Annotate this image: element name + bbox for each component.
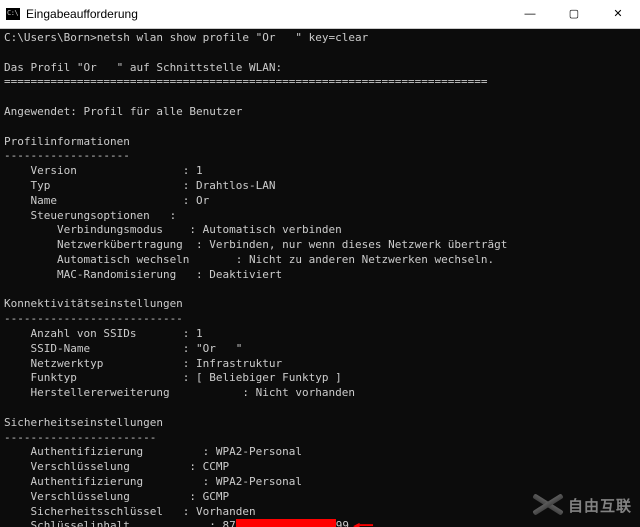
row-auth2: Authentifizierung : WPA2-Personal [4,475,302,488]
watermark-x-icon [532,491,564,519]
rule: ----------------------- [4,431,156,444]
section-profilinfo-title: Profilinformationen [4,135,130,148]
terminal-output[interactable]: C:\Users\Born>netsh wlan show profile "O… [0,29,640,527]
prompt-path: C:\Users\Born> [4,31,97,44]
row-ssid-name: SSID-Name : "Or " [4,342,242,355]
command-prompt-window: Eingabeaufforderung — ▢ ✕ C:\Users\Born>… [0,0,640,527]
row-options: Steuerungsoptionen : [4,209,176,222]
row-version: Version : 1 [4,164,203,177]
cmd-icon [6,8,20,20]
row-vendorext: Herstellererweiterung : Nicht vorhanden [4,386,355,399]
section-connectivity-title: Konnektivitätseinstellungen [4,297,183,310]
row-enc2: Verschlüsselung : GCMP [4,490,229,503]
row-nettype: Netzwerktyp : Infrastruktur [4,357,282,370]
command-text: netsh wlan show profile "Or " key=clear [97,31,369,44]
row-nettrans: Netzwerkübertragung : Verbinden, nur wen… [4,238,507,251]
row-macrand: MAC-Randomisierung : Deaktiviert [4,268,282,281]
row-keycontent-right: 99 [336,519,349,527]
row-radiotype: Funktyp : [ Beliebiger Funktyp ] [4,371,342,384]
redaction-box [236,519,336,527]
section-security-title: Sicherheitseinstellungen [4,416,163,429]
row-seckey: Sicherheitsschlüssel : Vorhanden [4,505,256,518]
row-enc1: Verschlüsselung : CCMP [4,460,229,473]
row-keycontent-left: Schlüsselinhalt : 87 [4,519,236,527]
window-titlebar[interactable]: Eingabeaufforderung — ▢ ✕ [0,0,640,29]
arrow-icon: ◀━━ [353,519,373,527]
row-connmode: Verbindungsmodus : Automatisch verbinden [4,223,342,236]
rule: --------------------------- [4,312,183,325]
applied-line: Angewendet: Profil für alle Benutzer [4,105,242,118]
row-auth1: Authentifizierung : WPA2-Personal [4,445,302,458]
rule: ------------------- [4,149,130,162]
row-autoswitch: Automatisch wechseln : Nicht zu anderen … [4,253,494,266]
row-type: Typ : Drahtlos-LAN [4,179,276,192]
close-button[interactable]: ✕ [596,0,640,28]
window-title: Eingabeaufforderung [26,7,508,21]
watermark-text: 自由互联 [568,495,632,516]
profile-header: Das Profil "Or " auf Schnittstelle WLAN: [4,61,282,74]
watermark: 自由互联 [532,491,632,519]
row-name: Name : Or [4,194,209,207]
maximize-button[interactable]: ▢ [552,0,596,28]
separator: ========================================… [4,75,487,88]
minimize-button[interactable]: — [508,0,552,28]
row-ssid-count: Anzahl von SSIDs : 1 [4,327,203,340]
